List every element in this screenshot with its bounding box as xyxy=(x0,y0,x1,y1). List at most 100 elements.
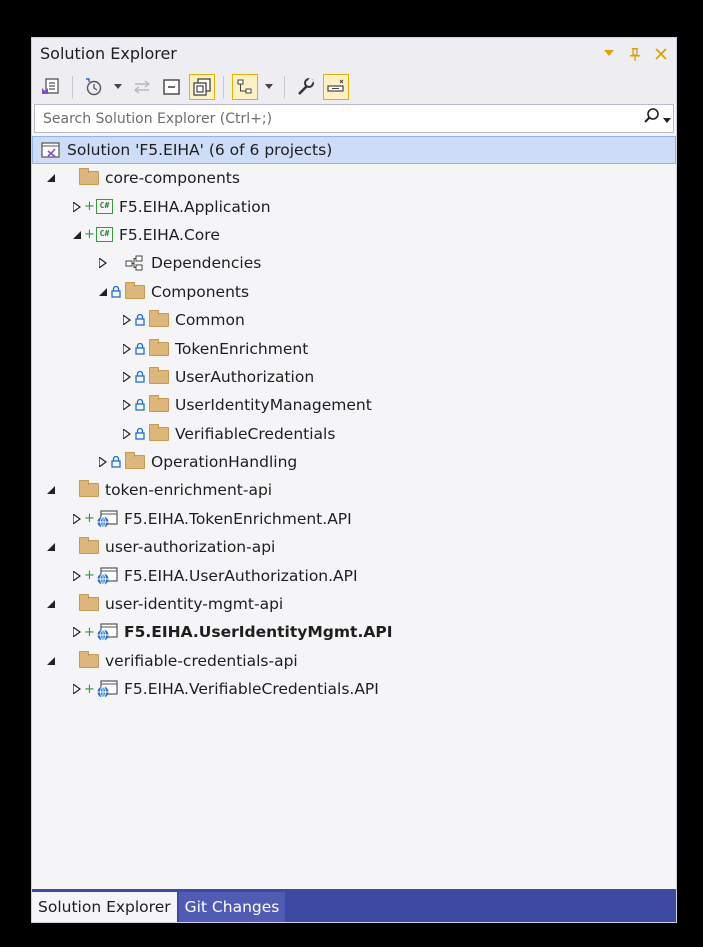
project-label: F5.EIHA.UserAuthorization.API xyxy=(124,566,358,585)
folder-icon xyxy=(125,281,145,299)
expand-arrow-icon[interactable] xyxy=(96,258,110,269)
collapse-arrow-icon[interactable] xyxy=(44,656,58,665)
folder-icon xyxy=(79,650,99,668)
tree-row-core-components[interactable]: core-components xyxy=(32,164,676,192)
tree-row-user-authorization-api[interactable]: + F5.EIHA.UserAuthorization.API xyxy=(32,561,676,589)
sync-icon[interactable] xyxy=(129,74,155,100)
folder-icon xyxy=(79,537,99,555)
project-label: F5.EIHA.Core xyxy=(119,225,220,244)
web-project-icon xyxy=(96,623,118,642)
home-icon[interactable] xyxy=(38,74,64,100)
collapse-arrow-icon[interactable] xyxy=(44,600,58,609)
folder-label: UserAuthorization xyxy=(175,367,315,386)
collapse-all-icon[interactable] xyxy=(159,74,185,100)
folder-label: core-components xyxy=(105,169,240,188)
project-label: F5.EIHA.VerifiableCredentials.API xyxy=(124,680,379,699)
tree-row-verifiable-credentials-api-folder[interactable]: verifiable-credentials-api xyxy=(32,647,676,675)
tab-git-changes[interactable]: Git Changes xyxy=(178,892,286,922)
expand-arrow-icon[interactable] xyxy=(120,428,134,439)
tree-row-verifiable-credentials[interactable]: VerifiableCredentials xyxy=(32,420,676,448)
folder-label: TokenEnrichment xyxy=(175,339,309,358)
expand-arrow-icon[interactable] xyxy=(70,570,84,581)
collapse-arrow-icon[interactable] xyxy=(44,543,58,552)
search-icon[interactable] xyxy=(643,107,661,129)
tree-row-user-authorization[interactable]: UserAuthorization xyxy=(32,363,676,391)
folder-label: UserIdentityManagement xyxy=(175,396,372,415)
solution-explorer-panel: Solution Explorer Search Solution Explor… xyxy=(32,38,676,922)
csharp-project-icon: C# xyxy=(96,227,113,243)
folder-icon xyxy=(149,366,169,384)
solution-label: Solution 'F5.EIHA' (6 of 6 projects) xyxy=(67,141,333,159)
tree-row-application[interactable]: + C# F5.EIHA.Application xyxy=(32,192,676,220)
solution-tree: Solution 'F5.EIHA' (6 of 6 projects) cor… xyxy=(32,136,676,703)
expand-arrow-icon[interactable] xyxy=(70,513,84,524)
search-options-icon[interactable] xyxy=(663,109,671,128)
folder-icon xyxy=(149,395,169,413)
tree-row-user-authorization-api-folder[interactable]: user-authorization-api xyxy=(32,533,676,561)
tree-row-components[interactable]: Components xyxy=(32,278,676,306)
expand-arrow-icon[interactable] xyxy=(120,400,134,411)
history-dropdown-icon[interactable] xyxy=(111,74,125,100)
search-box xyxy=(34,104,674,133)
window-options-icon[interactable] xyxy=(600,45,618,63)
collapse-arrow-icon[interactable] xyxy=(44,174,58,183)
added-icon: + xyxy=(84,511,95,527)
view-dropdown-icon[interactable] xyxy=(262,74,276,100)
folder-icon xyxy=(79,168,99,186)
tree-row-common[interactable]: Common xyxy=(32,306,676,334)
tree-row-token-enrichment-api-folder[interactable]: token-enrichment-api xyxy=(32,476,676,504)
expand-arrow-icon[interactable] xyxy=(96,457,110,468)
expand-arrow-icon[interactable] xyxy=(70,201,84,212)
show-all-files-icon[interactable] xyxy=(189,73,215,100)
tree-row-core[interactable]: + C# F5.EIHA.Core xyxy=(32,221,676,249)
folder-icon xyxy=(125,452,145,470)
folder-label: Components xyxy=(151,282,250,301)
tree-row-dependencies[interactable]: Dependencies xyxy=(32,249,676,277)
properties-icon[interactable] xyxy=(293,74,319,100)
web-project-icon xyxy=(96,510,118,528)
expand-arrow-icon[interactable] xyxy=(120,315,134,326)
pin-icon[interactable] xyxy=(626,45,644,63)
expand-arrow-icon[interactable] xyxy=(120,343,134,354)
bottom-tab-bar: Solution Explorer Git Changes xyxy=(32,889,676,922)
project-label: F5.EIHA.TokenEnrichment.API xyxy=(124,509,352,528)
added-icon: + xyxy=(84,568,95,584)
tree-row-token-enrichment-api[interactable]: + F5.EIHA.TokenEnrichment.API xyxy=(32,505,676,533)
collapse-arrow-icon[interactable] xyxy=(96,287,110,296)
close-icon[interactable] xyxy=(652,45,670,63)
tree-row-user-identity-management[interactable]: UserIdentityManagement xyxy=(32,391,676,419)
title-bar: Solution Explorer xyxy=(32,38,676,69)
history-icon[interactable] xyxy=(81,74,107,100)
tab-solution-explorer[interactable]: Solution Explorer xyxy=(32,892,177,922)
view-switch-icon[interactable] xyxy=(232,73,258,100)
folder-label: token-enrichment-api xyxy=(105,481,273,500)
lock-icon xyxy=(134,342,146,355)
search-input[interactable] xyxy=(35,109,605,128)
preview-icon[interactable] xyxy=(323,73,349,100)
lock-icon xyxy=(134,370,146,383)
tree-row-user-identity-mgmt-api[interactable]: + F5.EIHA.UserIdentityMgmt.API xyxy=(32,618,676,646)
lock-icon xyxy=(134,314,146,326)
folder-label: OperationHandling xyxy=(151,453,298,472)
added-icon: + xyxy=(84,624,95,640)
added-icon: + xyxy=(84,199,95,215)
tree-row-verifiable-credentials-api[interactable]: + F5.EIHA.VerifiableCredentials.API xyxy=(32,675,676,703)
tree-row-user-identity-mgmt-api-folder[interactable]: user-identity-mgmt-api xyxy=(32,590,676,618)
folder-icon xyxy=(149,310,169,328)
collapse-arrow-icon[interactable] xyxy=(70,230,84,239)
startup-project-label: F5.EIHA.UserIdentityMgmt.API xyxy=(124,623,393,642)
collapse-arrow-icon[interactable] xyxy=(44,486,58,495)
window-title: Solution Explorer xyxy=(40,44,177,63)
tree-row-operation-handling[interactable]: OperationHandling xyxy=(32,448,676,476)
folder-icon xyxy=(149,338,169,356)
expand-arrow-icon[interactable] xyxy=(120,371,134,382)
project-label: F5.EIHA.Application xyxy=(119,197,271,216)
tree-row-token-enrichment[interactable]: TokenEnrichment xyxy=(32,334,676,362)
folder-label: VerifiableCredentials xyxy=(175,424,336,443)
folder-icon xyxy=(149,423,169,441)
tree-row-solution[interactable]: Solution 'F5.EIHA' (6 of 6 projects) xyxy=(32,136,676,164)
web-project-icon xyxy=(96,567,118,585)
expand-arrow-icon[interactable] xyxy=(70,684,84,695)
expand-arrow-icon[interactable] xyxy=(70,627,84,638)
folder-label: user-identity-mgmt-api xyxy=(105,595,284,614)
